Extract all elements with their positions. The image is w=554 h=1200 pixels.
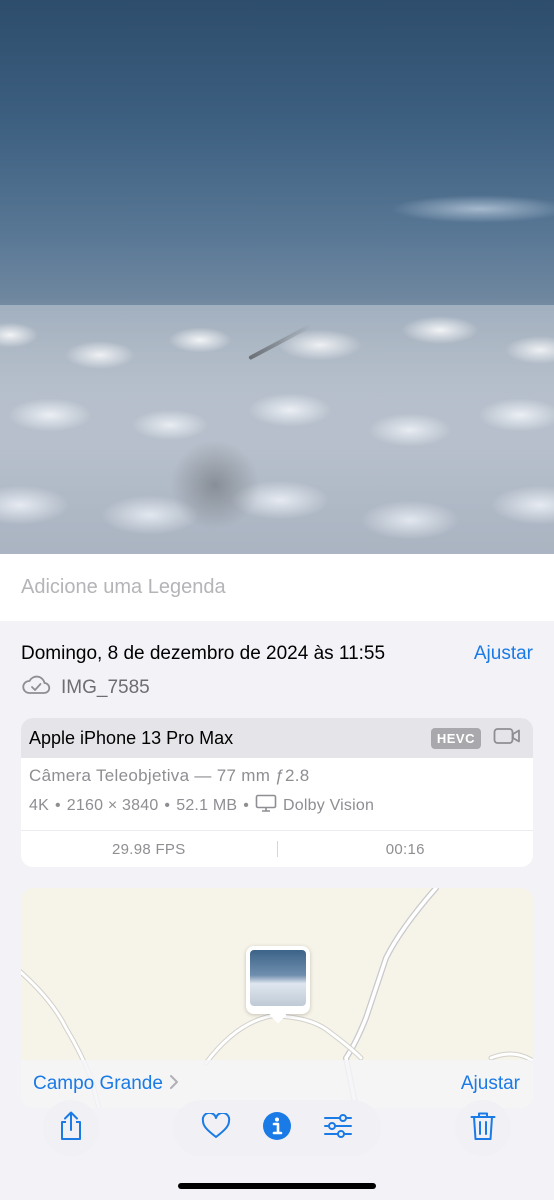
place-name: Campo Grande <box>33 1073 163 1094</box>
trash-icon <box>470 1111 496 1146</box>
device-name: Apple iPhone 13 Pro Max <box>29 727 234 748</box>
caption-placeholder: Adicione uma Legenda <box>21 576 226 598</box>
info-button[interactable] <box>255 1106 299 1150</box>
chevron-right-icon <box>169 1074 179 1095</box>
dimensions: 2160 × 3840 <box>66 796 159 814</box>
filename: IMG_7585 <box>61 676 150 698</box>
pin-thumbnail <box>250 950 306 1006</box>
photo-location-pin[interactable] <box>246 946 310 1024</box>
photo-view[interactable] <box>0 0 554 554</box>
adjust-location-button[interactable]: Ajustar <box>461 1073 520 1095</box>
date-row: Domingo, 8 de dezembro de 2024 às 11:55 … <box>21 643 533 665</box>
resolution-label: 4K <box>29 796 49 814</box>
lens-info: Câmera Teleobjetiva — 77 mm ƒ2.8 <box>29 766 310 785</box>
cloud-wisp <box>390 195 554 223</box>
delete-button[interactable] <box>455 1100 511 1156</box>
home-indicator[interactable] <box>178 1183 376 1189</box>
place-link[interactable]: Campo Grande <box>33 1073 179 1095</box>
action-group <box>173 1100 381 1156</box>
share-icon <box>57 1111 85 1146</box>
duration: 00:16 <box>385 840 425 858</box>
card-header: Apple iPhone 13 Pro Max HEVC <box>21 718 533 758</box>
heart-icon <box>201 1111 231 1144</box>
adjust-date-button[interactable]: Ajustar <box>474 643 533 665</box>
frame-rate: 29.98 FPS <box>111 840 186 858</box>
share-button[interactable] <box>43 1100 99 1156</box>
hdr-format: Dolby Vision <box>283 796 375 814</box>
caption-field[interactable]: Adicione uma Legenda <box>0 554 554 621</box>
favorite-button[interactable] <box>194 1106 238 1150</box>
adjust-icon <box>323 1113 353 1144</box>
file-size: 52.1 MB <box>176 796 238 814</box>
filename-row: IMG_7585 <box>21 674 150 701</box>
info-icon <box>262 1111 292 1146</box>
display-icon <box>255 794 277 817</box>
card-footer: 29.98 FPS 00:16 <box>21 830 533 867</box>
capture-date: Domingo, 8 de dezembro de 2024 às 11:55 <box>21 643 386 664</box>
icloud-check-icon <box>21 674 51 701</box>
video-camera-icon <box>493 726 521 751</box>
spec-separator: • <box>164 796 171 814</box>
spec-separator: • <box>243 796 250 814</box>
camera-info-card: Apple iPhone 13 Pro Max HEVC Câmera Tele… <box>21 718 533 867</box>
spec-separator: • <box>54 796 61 814</box>
location-map[interactable]: Campo Grande Ajustar <box>21 888 533 1108</box>
video-specs: 4K • 2160 × 3840 • 52.1 MB • Dolby Visio… <box>29 794 525 817</box>
adjust-button[interactable] <box>316 1106 360 1150</box>
shadow-smudge <box>170 440 260 530</box>
format-badge: HEVC <box>430 727 481 749</box>
